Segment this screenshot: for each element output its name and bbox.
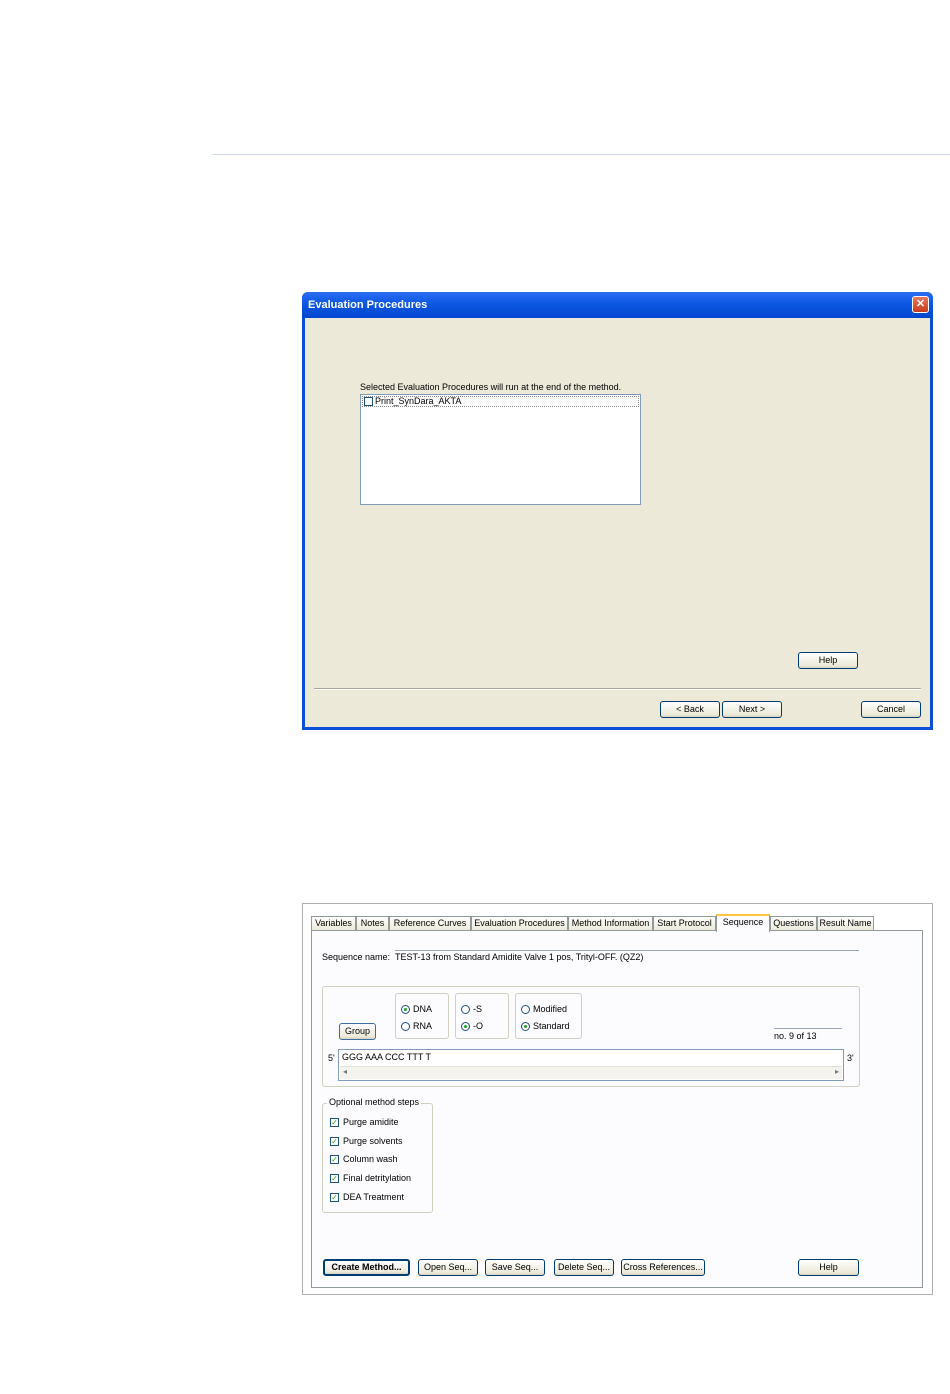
final-detritylation-label: Final detritylation xyxy=(343,1173,412,1183)
save-seq-button[interactable]: Save Seq... xyxy=(485,1259,545,1276)
procedures-instruction: Selected Evaluation Procedures will run … xyxy=(360,382,622,392)
tab-method-information[interactable]: Method Information xyxy=(568,916,653,931)
next-button[interactable]: Next > xyxy=(722,701,782,718)
s-linkage-radio[interactable] xyxy=(461,1005,470,1014)
sequence-input[interactable]: GGG AAA CCC TTT T ◂ ▸ xyxy=(338,1049,844,1081)
procedure-checkbox[interactable] xyxy=(364,397,373,406)
header-rule xyxy=(213,154,950,155)
purge-amidite-checkbox[interactable]: ✓ xyxy=(330,1118,339,1127)
sequence-name-field[interactable]: TEST-13 from Standard Amidite Valve 1 po… xyxy=(395,952,643,962)
scroll-left-icon[interactable]: ◂ xyxy=(343,1067,347,1076)
dea-treatment-label: DEA Treatment xyxy=(343,1192,405,1202)
dialog-titlebar[interactable]: Evaluation Procedures ✕ xyxy=(302,292,933,318)
procedures-list[interactable]: Print_SynDara_AKTA xyxy=(360,394,641,505)
rna-label: RNA xyxy=(413,1021,433,1031)
final-detritylation-checkbox[interactable]: ✓ xyxy=(330,1174,339,1183)
dea-treatment-checkbox[interactable]: ✓ xyxy=(330,1193,339,1202)
open-seq-button[interactable]: Open Seq... xyxy=(418,1259,478,1276)
purge-solvents-checkbox[interactable]: ✓ xyxy=(330,1137,339,1146)
tab-questions[interactable]: Questions xyxy=(770,916,817,931)
sequence-tab-page: Sequence name: TEST-13 from Standard Ami… xyxy=(311,930,923,1288)
back-button[interactable]: < Back xyxy=(660,701,720,718)
tab-reference-curves[interactable]: Reference Curves xyxy=(389,916,471,931)
chemistry-group xyxy=(515,993,582,1039)
close-icon[interactable]: ✕ xyxy=(912,296,929,313)
tab-sequence[interactable]: Sequence xyxy=(716,914,770,932)
sequence-text: GGG AAA CCC TTT T xyxy=(342,1052,432,1062)
modified-radio[interactable] xyxy=(521,1005,530,1014)
dialog-title: Evaluation Procedures xyxy=(308,299,428,311)
purge-amidite-label: Purge amidite xyxy=(343,1117,399,1127)
tab-result-name[interactable]: Result Name xyxy=(817,916,874,931)
sequence-name-underline xyxy=(395,950,859,951)
dna-radio[interactable] xyxy=(401,1005,410,1014)
group-button[interactable]: Group xyxy=(339,1023,376,1040)
o-linkage-radio[interactable] xyxy=(461,1022,470,1031)
purge-solvents-label: Purge solvents xyxy=(343,1136,403,1146)
sequence-position: no. 9 of 13 xyxy=(774,1031,817,1041)
scroll-right-icon[interactable]: ▸ xyxy=(835,1067,839,1076)
tab-start-protocol[interactable]: Start Protocol xyxy=(653,916,716,931)
modified-label: Modified xyxy=(533,1004,568,1014)
help-button[interactable]: Help xyxy=(798,652,858,669)
tab-variables[interactable]: Variables xyxy=(311,916,356,931)
three-prime-label: 3' xyxy=(847,1053,854,1063)
rna-radio[interactable] xyxy=(401,1022,410,1031)
position-divider xyxy=(774,1028,842,1029)
delete-seq-button[interactable]: Delete Seq... xyxy=(554,1259,614,1276)
procedure-label: Print_SynDara_AKTA xyxy=(375,396,462,406)
help-button[interactable]: Help xyxy=(798,1259,859,1276)
tab-evaluation-procedures[interactable]: Evaluation Procedures xyxy=(471,916,568,931)
s-linkage-label: -S xyxy=(473,1004,482,1014)
method-editor-panel: Variables Notes Reference Curves Evaluat… xyxy=(302,903,933,1295)
evaluation-procedures-dialog: Evaluation Procedures ✕ Selected Evaluat… xyxy=(302,292,933,730)
cancel-button[interactable]: Cancel xyxy=(861,701,921,718)
create-method-button[interactable]: Create Method... xyxy=(323,1259,410,1276)
cross-references-button[interactable]: Cross References... xyxy=(621,1259,705,1276)
dialog-body: Selected Evaluation Procedures will run … xyxy=(305,318,930,727)
divider xyxy=(314,688,921,690)
list-item[interactable]: Print_SynDara_AKTA xyxy=(362,396,639,407)
sequence-name-label: Sequence name: xyxy=(322,952,391,962)
linkage-group xyxy=(455,993,509,1039)
dna-label: DNA xyxy=(413,1004,433,1014)
o-linkage-label: -O xyxy=(473,1021,483,1031)
nucleic-acid-type-group xyxy=(395,993,449,1039)
five-prime-label: 5' xyxy=(328,1053,335,1063)
column-wash-label: Column wash xyxy=(343,1154,398,1164)
optional-steps-title: Optional method steps xyxy=(327,1097,422,1107)
standard-radio[interactable] xyxy=(521,1022,530,1031)
tab-notes[interactable]: Notes xyxy=(356,916,389,931)
standard-label: Standard xyxy=(533,1021,570,1031)
sequence-scrollbar[interactable]: ◂ ▸ xyxy=(340,1066,842,1079)
column-wash-checkbox[interactable]: ✓ xyxy=(330,1155,339,1164)
